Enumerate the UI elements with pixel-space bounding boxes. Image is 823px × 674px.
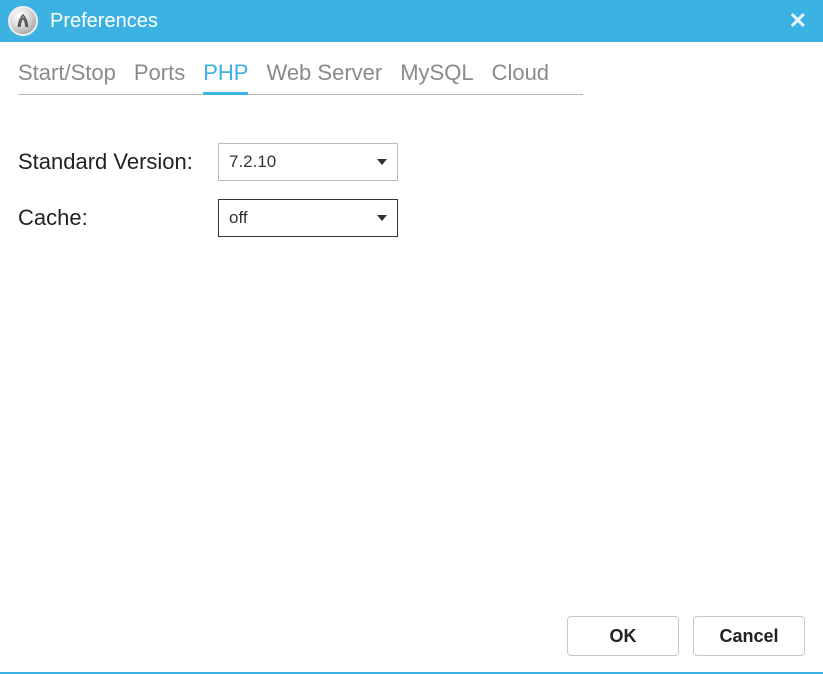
- row-standard-version: Standard Version: 7.2.10: [18, 143, 805, 181]
- window-title: Preferences: [50, 10, 781, 33]
- select-cache[interactable]: off: [218, 199, 398, 237]
- label-cache: Cache:: [18, 205, 218, 231]
- tab-cloud[interactable]: Cloud: [492, 60, 549, 92]
- chevron-down-icon: [377, 215, 387, 221]
- label-standard-version: Standard Version:: [18, 149, 218, 175]
- form-area: Standard Version: 7.2.10 Cache: off: [18, 143, 805, 237]
- tab-bar: Start/Stop Ports PHP Web Server MySQL Cl…: [18, 60, 583, 95]
- chevron-down-icon: [377, 159, 387, 165]
- select-cache-value: off: [229, 208, 248, 228]
- select-standard-version[interactable]: 7.2.10: [218, 143, 398, 181]
- tab-start-stop[interactable]: Start/Stop: [18, 60, 116, 92]
- titlebar: Preferences ✕: [0, 0, 823, 42]
- tab-mysql[interactable]: MySQL: [400, 60, 473, 92]
- row-cache: Cache: off: [18, 199, 805, 237]
- tab-web-server[interactable]: Web Server: [266, 60, 382, 92]
- button-bar: OK Cancel: [567, 616, 805, 656]
- tab-ports[interactable]: Ports: [134, 60, 185, 92]
- tab-php[interactable]: PHP: [203, 60, 248, 92]
- select-standard-version-value: 7.2.10: [229, 152, 276, 172]
- content-area: Start/Stop Ports PHP Web Server MySQL Cl…: [0, 42, 823, 237]
- cancel-button[interactable]: Cancel: [693, 616, 805, 656]
- app-icon: [8, 6, 38, 36]
- close-icon[interactable]: ✕: [781, 8, 815, 34]
- ok-button[interactable]: OK: [567, 616, 679, 656]
